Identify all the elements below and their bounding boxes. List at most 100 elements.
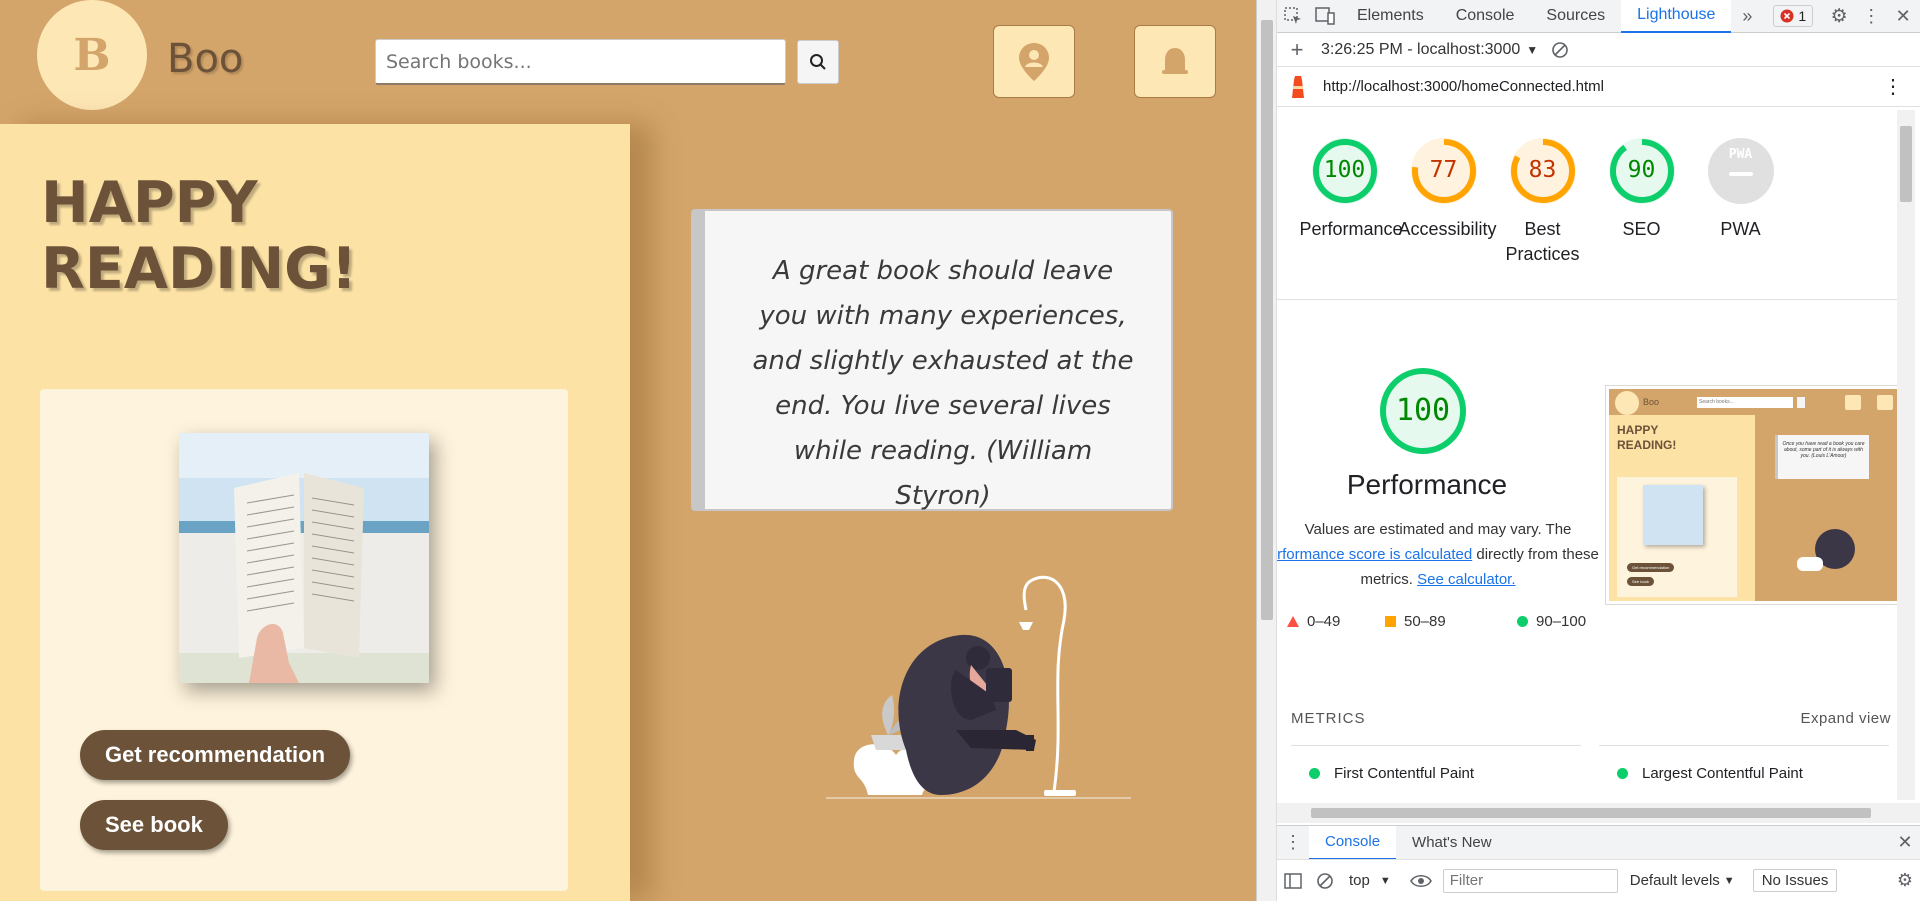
drawer-menu-button[interactable]: ⋮ <box>1277 826 1309 859</box>
report-url-bar: http://localhost:3000/homeConnected.html… <box>1277 67 1920 107</box>
brand-name: Boo <box>167 36 244 82</box>
sidebar-toggle-button[interactable] <box>1277 864 1309 897</box>
get-recommendation-button[interactable]: Get recommendation <box>80 730 351 780</box>
notifications-button[interactable] <box>1134 25 1216 98</box>
search-button[interactable] <box>797 40 839 84</box>
gauge-score: 100 <box>1323 157 1366 183</box>
description-text: metrics. <box>1360 571 1413 588</box>
report-selector[interactable]: 3:26:25 PM - localhost:3000 <box>1321 41 1520 59</box>
divider <box>1291 745 1581 746</box>
location-icon <box>1019 42 1049 81</box>
performance-title: Performance <box>1346 469 1508 500</box>
gear-icon: ⚙ <box>1896 870 1914 890</box>
drawer-tab-whats-new[interactable]: What's New <box>1396 826 1508 860</box>
thumb-brand: Boo <box>1643 397 1660 407</box>
quote-text: A great book should leave you with many … <box>752 256 1134 511</box>
gauge-score: 83 <box>1528 157 1557 183</box>
expand-view-button[interactable]: Expand view <box>1800 710 1891 727</box>
report-h-scroll-thumb[interactable] <box>1311 808 1871 818</box>
console-settings-button[interactable]: ⚙ <box>1889 864 1920 897</box>
see-calculator-link[interactable]: See calculator. <box>1417 571 1515 588</box>
report-vertical-scrollbar[interactable] <box>1897 110 1915 800</box>
description-text: directly from these <box>1476 546 1599 563</box>
page-scrollbar[interactable] <box>1257 0 1277 901</box>
issues-button[interactable]: No Issues <box>1752 869 1838 892</box>
search-input[interactable] <box>375 39 786 85</box>
page-scroll-thumb[interactable] <box>1261 20 1273 620</box>
legend-fail: 0–49 <box>1287 613 1340 630</box>
gauge-label: Best Practices <box>1505 219 1580 264</box>
logo[interactable]: B <box>37 0 147 110</box>
hero-title: HAPPY READING! <box>41 170 357 302</box>
reading-illustration <box>826 570 1136 802</box>
circle-icon <box>1517 616 1528 627</box>
customize-menu-button[interactable]: ⋮ <box>1855 0 1887 33</box>
app-header: B Boo <box>0 0 1256 124</box>
location-button[interactable] <box>993 25 1075 98</box>
inspect-element-button[interactable] <box>1277 0 1309 33</box>
clear-reports-button[interactable] <box>1544 33 1576 66</box>
close-icon: ✕ <box>1895 5 1911 26</box>
kebab-menu-icon[interactable]: ⋮ <box>1883 74 1903 99</box>
triangle-icon <box>1287 616 1299 627</box>
kebab-menu-icon: ⋮ <box>1284 832 1302 852</box>
close-devtools-button[interactable]: ✕ <box>1887 0 1919 33</box>
clear-console-button[interactable] <box>1309 864 1341 897</box>
gauge-label: Accessibility <box>1398 219 1497 239</box>
performance-gauge: 100 <box>1377 365 1469 457</box>
dropdown-arrow-icon: ▼ <box>1379 874 1391 887</box>
kebab-menu-icon: ⋮ <box>1862 5 1881 26</box>
dropdown-arrow-icon: ▼ <box>1526 42 1539 57</box>
score-calculated-link[interactable]: rformance score is calculated <box>1277 546 1472 563</box>
quote-box: A great book should leave you with many … <box>691 209 1173 511</box>
see-book-button[interactable]: See book <box>80 800 228 850</box>
gauge-label: Performance <box>1299 219 1403 239</box>
dropdown-arrow-icon: ▼ <box>1723 874 1735 887</box>
square-icon <box>1385 616 1396 627</box>
gauge-score: PWA <box>1728 147 1753 162</box>
report-scroll-thumb[interactable] <box>1900 126 1912 202</box>
legend-label: 90–100 <box>1536 613 1587 630</box>
metric-fcp: First Contentful Paint <box>1309 765 1474 782</box>
gauge-seo[interactable]: 90 SEO <box>1584 131 1699 242</box>
drawer-tabbar: ⋮ Console What's New ✕ <box>1277 825 1920 860</box>
thumb-btn-see-book: See book <box>1627 577 1654 586</box>
tab-console[interactable]: Console <box>1440 0 1531 33</box>
more-tabs-button[interactable]: » <box>1731 0 1763 33</box>
report-url: http://localhost:3000/homeConnected.html <box>1323 78 1605 95</box>
report-horizontal-scrollbar[interactable] <box>1277 803 1920 823</box>
pass-circle-icon <box>1309 768 1320 779</box>
legend-label: 0–49 <box>1307 613 1341 630</box>
close-drawer-button[interactable]: ✕ <box>1889 826 1920 859</box>
thumb-search: Search books... <box>1697 397 1793 408</box>
block-icon <box>1317 872 1333 889</box>
page-screenshot-thumbnail[interactable]: Boo Search books... HAPPY READING! Get r… <box>1605 385 1911 605</box>
new-report-button[interactable]: + <box>1277 33 1317 66</box>
drawer-tab-console[interactable]: Console <box>1309 825 1397 860</box>
gauge-performance[interactable]: 100 Performance <box>1287 131 1403 242</box>
gauge-accessibility[interactable]: 77 Accessibility <box>1386 131 1501 242</box>
tab-lighthouse[interactable]: Lighthouse <box>1621 0 1732 33</box>
lighthouse-icon <box>1292 75 1304 98</box>
tab-sources[interactable]: Sources <box>1530 0 1621 33</box>
thumb-btn-recommend: Get recommendation <box>1627 563 1675 572</box>
legend-average: 50–89 <box>1385 613 1446 630</box>
performance-description: Values are estimated and may vary. The r… <box>1277 517 1599 592</box>
plus-icon: + <box>1290 36 1304 62</box>
error-count: 1 <box>1798 8 1807 24</box>
device-icon <box>1315 7 1335 25</box>
gauge-best-practices[interactable]: 83 Best Practices <box>1485 131 1600 267</box>
settings-button[interactable]: ⚙ <box>1823 0 1855 33</box>
gauge-pwa[interactable]: PWA PWA <box>1683 131 1798 242</box>
log-levels-dropdown[interactable]: Default levels <box>1630 872 1720 889</box>
tab-elements[interactable]: Elements <box>1341 0 1440 33</box>
search-icon <box>810 54 826 70</box>
console-filter-input[interactable] <box>1442 868 1618 893</box>
live-expression-button[interactable] <box>1405 864 1437 897</box>
metrics-header: METRICS <box>1291 710 1366 727</box>
device-toolbar-button[interactable] <box>1309 0 1341 33</box>
legend-pass: 90–100 <box>1517 613 1586 630</box>
error-badge[interactable]: 1 <box>1773 5 1814 27</box>
context-selector[interactable]: top <box>1349 872 1370 889</box>
gauge-label: PWA <box>1720 219 1761 239</box>
